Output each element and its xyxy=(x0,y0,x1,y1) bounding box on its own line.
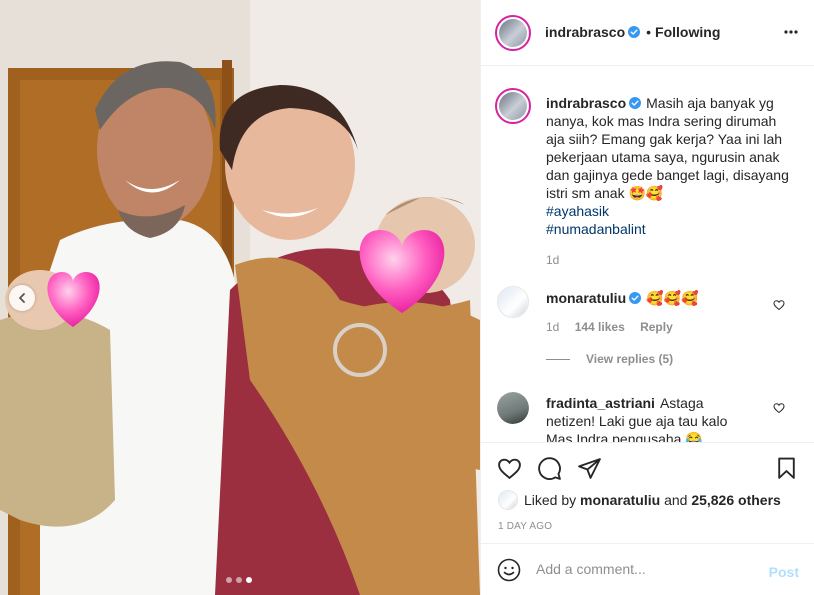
verified-badge-icon xyxy=(628,26,641,38)
post-date: 1 DAY AGO xyxy=(498,521,553,532)
separator-dot: • xyxy=(646,24,652,40)
liked-by-user[interactable]: monaratuliu xyxy=(580,492,660,508)
comments-list[interactable]: indrabrasco Masih aja banyak yg nanya, ko… xyxy=(481,67,814,442)
caption-username[interactable]: indrabrasco xyxy=(546,95,626,111)
comment-item: fradinta_astriani Astaga netizen! Laki gu… xyxy=(546,394,746,442)
comment-composer: Post xyxy=(481,543,814,595)
post-image xyxy=(0,0,480,595)
view-replies-button[interactable]: View replies (5) xyxy=(546,352,673,366)
comment-button[interactable] xyxy=(537,456,562,484)
post-actions: Liked by monaratuliu and 25,826 others 1… xyxy=(481,442,814,542)
follow-status-button[interactable]: Following xyxy=(655,24,720,40)
commenter-avatar[interactable] xyxy=(497,392,529,424)
comment-item: monaratuliu 🥰🥰🥰 1d 144 likes Reply xyxy=(546,289,766,336)
more-options-icon xyxy=(784,30,798,34)
caption-age: 1d xyxy=(546,253,560,267)
author-username[interactable]: indrabrasco xyxy=(545,24,625,40)
carousel-indicator xyxy=(226,577,252,583)
like-button[interactable] xyxy=(497,456,522,484)
heart-icon xyxy=(773,403,785,414)
hashtag-link[interactable]: #numadanbalint xyxy=(546,220,796,238)
heart-icon xyxy=(773,300,785,311)
reply-button[interactable]: Reply xyxy=(640,320,673,334)
view-replies-label: View replies (5) xyxy=(586,352,674,366)
share-icon xyxy=(578,458,601,479)
more-options-button[interactable] xyxy=(783,24,799,43)
post-header: indrabrasco • Following xyxy=(481,0,814,66)
comment-like-button[interactable] xyxy=(773,298,785,314)
caption: indrabrasco Masih aja banyak yg nanya, ko… xyxy=(546,94,796,269)
comment-username[interactable]: fradinta_astriani xyxy=(546,395,655,411)
likes-summary: Liked by monaratuliu and 25,826 others xyxy=(498,490,781,510)
liker-avatar[interactable] xyxy=(498,490,518,510)
carousel-dot xyxy=(236,577,242,583)
comment-text: 🥰🥰🥰 xyxy=(646,290,699,306)
emoji-button[interactable] xyxy=(497,558,521,585)
carousel-prev-button[interactable] xyxy=(9,285,35,311)
chevron-left-icon xyxy=(19,293,25,303)
liked-by-and: and xyxy=(664,492,688,508)
post-photo[interactable] xyxy=(0,0,480,595)
replies-divider xyxy=(546,358,570,360)
carousel-dot-active xyxy=(246,577,252,583)
comment-username[interactable]: monaratuliu xyxy=(546,290,626,306)
comment-icon xyxy=(538,457,561,480)
caption-avatar[interactable] xyxy=(495,88,531,124)
commenter-avatar[interactable] xyxy=(497,286,529,318)
hashtag-link[interactable]: #ayahasik xyxy=(546,202,796,220)
bookmark-icon xyxy=(778,457,795,479)
comment-age: 1d xyxy=(546,320,560,334)
comment-meta: 1d 144 likes Reply xyxy=(546,318,766,336)
comment-input[interactable] xyxy=(536,558,756,580)
emoji-icon xyxy=(497,558,521,582)
author-line: indrabrasco • Following xyxy=(545,24,720,40)
share-button[interactable] xyxy=(577,456,602,484)
likes-count[interactable]: 25,826 others xyxy=(691,492,781,508)
comment-like-button[interactable] xyxy=(773,401,785,417)
comment-likes[interactable]: 144 likes xyxy=(575,320,625,334)
carousel-dot xyxy=(226,577,232,583)
post-comment-button[interactable]: Post xyxy=(769,564,799,580)
save-button[interactable] xyxy=(774,456,799,484)
post-sidebar: indrabrasco • Following indrabrasco Masih… xyxy=(480,0,814,595)
liked-by-prefix: Liked by xyxy=(524,492,577,508)
verified-badge-icon xyxy=(629,292,642,304)
verified-badge-icon xyxy=(629,97,642,109)
author-avatar[interactable] xyxy=(495,15,531,51)
heart-icon xyxy=(498,458,521,480)
